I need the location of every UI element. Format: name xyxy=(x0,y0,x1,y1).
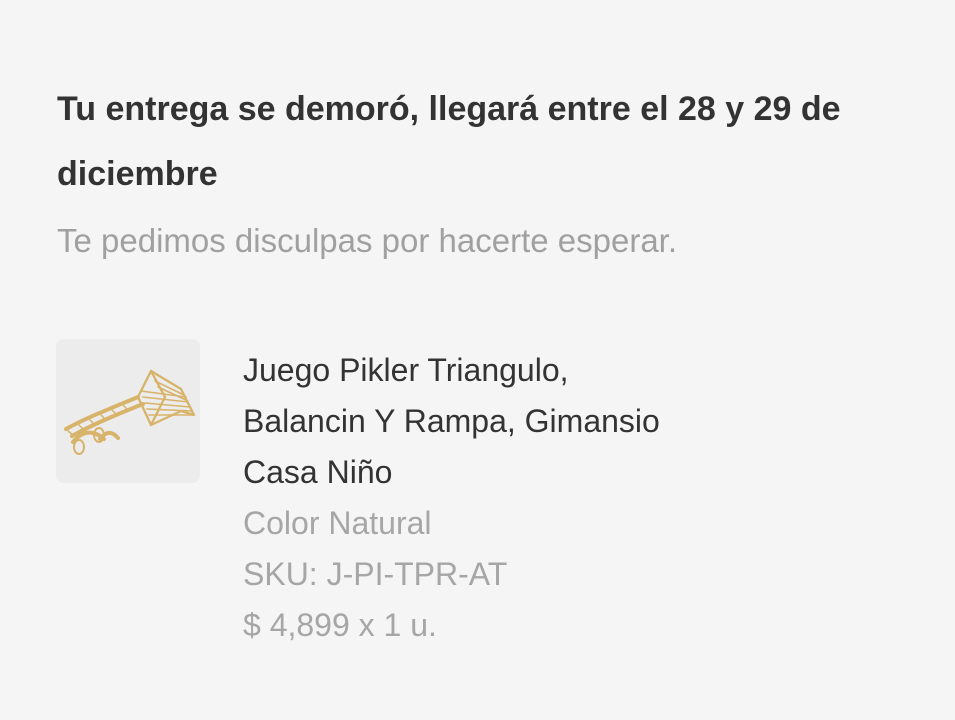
product-variant: Color Natural xyxy=(243,505,432,541)
product-price-quantity: $ 4,899 x 1 u. xyxy=(243,607,437,643)
product-details: Juego Pikler Triangulo, Balancin Y Rampa… xyxy=(243,345,863,651)
product-sku: SKU: J-PI-TPR-AT xyxy=(243,556,508,592)
product-image[interactable] xyxy=(56,339,200,483)
product-title-line-3[interactable]: Casa Niño xyxy=(243,447,863,498)
delivery-apology-text: Te pedimos disculpas por hacerte esperar… xyxy=(57,222,678,259)
delivery-delay-heading: Tu entrega se demoró, llegará entre el 2… xyxy=(57,90,841,193)
pikler-triangle-ramp-icon xyxy=(56,339,200,483)
product-title-line-1[interactable]: Juego Pikler Triangulo, xyxy=(243,345,863,396)
delivery-delay-card: Tu entrega se demoró, llegará entre el 2… xyxy=(0,0,955,720)
product-title-line-2[interactable]: Balancin Y Rampa, Gimansio xyxy=(243,396,863,447)
